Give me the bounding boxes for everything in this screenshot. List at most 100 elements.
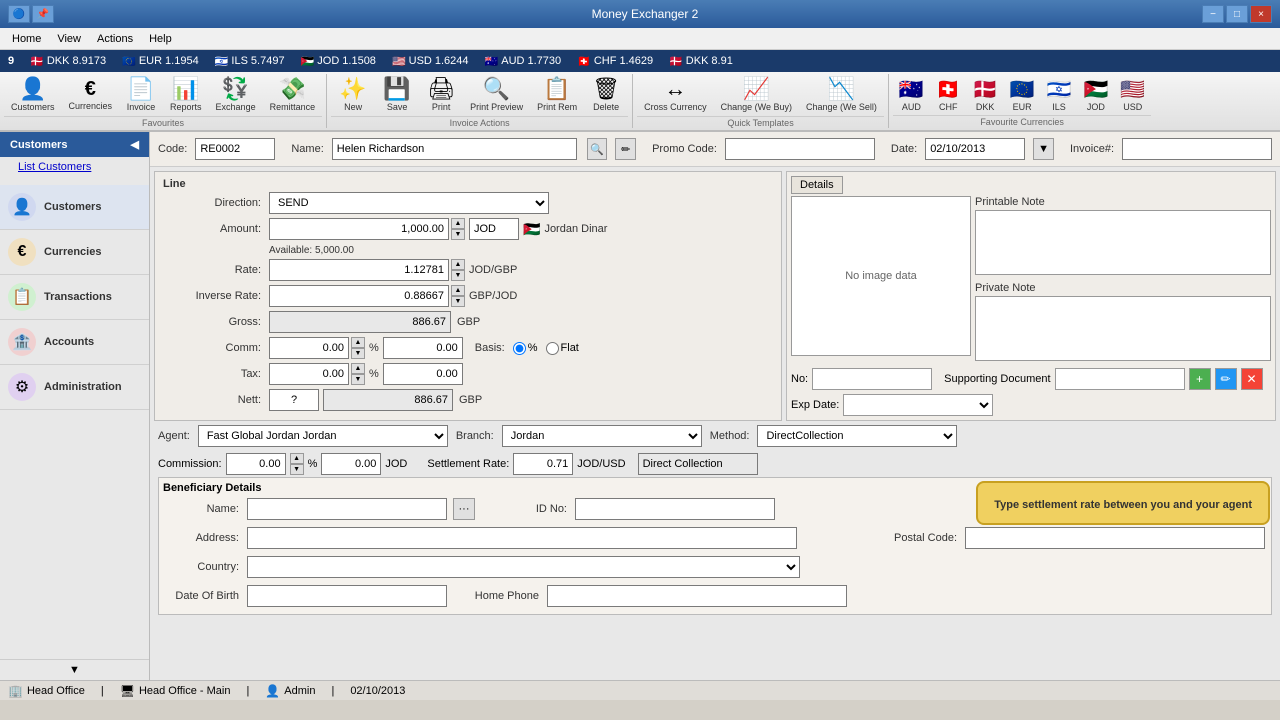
basis-flat-radio[interactable] bbox=[546, 342, 559, 355]
toolbar-customers-btn[interactable]: 👤 Customers bbox=[4, 74, 62, 116]
tax-pct-input[interactable] bbox=[269, 363, 349, 385]
method-select[interactable]: DirectCollection bbox=[757, 425, 957, 447]
benef-name-dots-btn[interactable]: ··· bbox=[453, 498, 475, 520]
minimize-btn[interactable]: − bbox=[1202, 5, 1224, 23]
benef-dob-input[interactable] bbox=[247, 585, 447, 607]
menu-view[interactable]: View bbox=[49, 31, 89, 47]
benef-country-select[interactable] bbox=[247, 556, 800, 578]
fav-aud-btn[interactable]: 🇦🇺 AUD bbox=[893, 74, 930, 115]
benef-name-input[interactable] bbox=[247, 498, 447, 520]
toolbar-exchange-btn[interactable]: 💱 Exchange bbox=[209, 74, 263, 116]
sidebar-collapse-btn[interactable]: ◀ bbox=[131, 138, 139, 151]
promo-input[interactable] bbox=[725, 138, 875, 160]
comm-down-btn[interactable]: ▼ bbox=[351, 348, 365, 359]
tax-up-btn[interactable]: ▲ bbox=[351, 363, 365, 374]
printable-note-input[interactable] bbox=[975, 210, 1271, 275]
amount-up-btn[interactable]: ▲ bbox=[451, 218, 465, 229]
toolbar-invoice-btn[interactable]: 📄 Invoice bbox=[119, 74, 163, 116]
toolbar-new-btn[interactable]: ✨ New bbox=[331, 74, 375, 116]
toolbar-change-buy-btn[interactable]: 📈 Change (We Buy) bbox=[714, 74, 799, 116]
comm-label: Comm: bbox=[159, 342, 269, 354]
sidebar-header: Customers ◀ bbox=[0, 132, 149, 157]
name-search-icon-btn[interactable]: 🔍 bbox=[587, 138, 608, 160]
customer-header-row: Code: Name: 🔍 ✏ Promo Code: Date: ▼ Invo… bbox=[150, 132, 1280, 167]
amount-input[interactable] bbox=[269, 218, 449, 240]
doc-add-btn[interactable]: + bbox=[1189, 368, 1211, 390]
toolbar-print-btn[interactable]: 🖨 Print bbox=[419, 74, 463, 116]
date-input[interactable] bbox=[925, 138, 1025, 160]
comm-up-btn[interactable]: ▲ bbox=[351, 337, 365, 348]
sidebar-item-transactions[interactable]: 📋 Transactions bbox=[0, 275, 149, 320]
tax-flat-input[interactable] bbox=[383, 363, 463, 385]
sidebar-item-currencies[interactable]: € Currencies bbox=[0, 230, 149, 275]
fav-jod-btn[interactable]: 🇯🇴 JOD bbox=[1077, 74, 1114, 115]
doc-edit-btn[interactable]: ✏ bbox=[1215, 368, 1237, 390]
gross-input[interactable] bbox=[269, 311, 451, 333]
benef-address-input[interactable] bbox=[247, 527, 797, 549]
commission-pct-input[interactable] bbox=[226, 453, 286, 475]
pin-btn[interactable]: 📌 bbox=[32, 5, 54, 23]
basis-pct-radio[interactable] bbox=[513, 342, 526, 355]
benef-id-input[interactable] bbox=[575, 498, 775, 520]
fav-ils-btn[interactable]: 🇮🇱 ILS bbox=[1041, 74, 1078, 115]
close-btn[interactable]: × bbox=[1250, 5, 1272, 23]
benef-postal-input[interactable] bbox=[965, 527, 1265, 549]
inverse-rate-input[interactable] bbox=[269, 285, 449, 307]
name-edit-icon-btn[interactable]: ✏ bbox=[615, 138, 636, 160]
sidebar-collapse-bottom[interactable]: ▼ bbox=[0, 659, 149, 680]
toolbar-print-preview-btn[interactable]: 🔍 Print Preview bbox=[463, 74, 530, 116]
tax-down-btn[interactable]: ▼ bbox=[351, 374, 365, 385]
commission-flat-input[interactable] bbox=[321, 453, 381, 475]
supporting-doc-input[interactable] bbox=[1055, 368, 1185, 390]
benef-homephone-input[interactable] bbox=[547, 585, 847, 607]
toolbar-print-rem-btn[interactable]: 📋 Print Rem bbox=[530, 74, 584, 116]
inverse-up-btn[interactable]: ▲ bbox=[451, 285, 465, 296]
branch-select[interactable]: Jordan bbox=[502, 425, 702, 447]
rate-down-btn[interactable]: ▼ bbox=[451, 270, 465, 281]
toolbar-delete-btn[interactable]: 🗑 Delete bbox=[584, 74, 628, 116]
maximize-btn[interactable]: □ bbox=[1226, 5, 1248, 23]
doc-delete-btn[interactable]: ✕ bbox=[1241, 368, 1263, 390]
toolbar-reports-btn[interactable]: 📊 Reports bbox=[163, 74, 209, 116]
menu-help[interactable]: Help bbox=[141, 31, 180, 47]
amount-down-btn[interactable]: ▼ bbox=[451, 229, 465, 240]
menu-actions[interactable]: Actions bbox=[89, 31, 141, 47]
sidebar-item-accounts[interactable]: 🏦 Accounts bbox=[0, 320, 149, 365]
toolbar-currencies-btn[interactable]: € Currencies bbox=[62, 74, 120, 116]
inverse-down-btn[interactable]: ▼ bbox=[451, 296, 465, 307]
list-customers-link[interactable]: List Customers bbox=[8, 157, 101, 177]
fav-chf-btn[interactable]: 🇨🇭 CHF bbox=[930, 74, 967, 115]
fav-usd-btn[interactable]: 🇺🇸 USD bbox=[1114, 74, 1151, 115]
name-input[interactable] bbox=[332, 138, 577, 160]
details-tab[interactable]: Details bbox=[791, 176, 843, 194]
exp-date-row: Exp Date: bbox=[791, 394, 1271, 416]
private-note-input[interactable] bbox=[975, 296, 1271, 361]
fav-eur-btn[interactable]: 🇪🇺 EUR bbox=[1004, 74, 1041, 115]
agent-select[interactable]: Fast Global Jordan Jordan bbox=[198, 425, 448, 447]
menu-home[interactable]: Home bbox=[4, 31, 49, 47]
fav-dkk-btn[interactable]: 🇩🇰 DKK bbox=[967, 74, 1004, 115]
invoice-input[interactable] bbox=[1122, 138, 1272, 160]
app-icon-btn[interactable]: 🔵 bbox=[8, 5, 30, 23]
direction-select[interactable]: SEND RECEIVE bbox=[269, 192, 549, 214]
currency-input[interactable] bbox=[469, 218, 519, 240]
comm2-down-btn[interactable]: ▼ bbox=[290, 464, 304, 475]
toolbar-remittance-btn[interactable]: 💸 Remittance bbox=[263, 74, 323, 116]
rate-label: Rate: bbox=[159, 264, 269, 276]
toolbar-cross-currency-btn[interactable]: ↔ Cross Currency bbox=[637, 74, 714, 116]
toolbar-save-btn[interactable]: 💾 Save bbox=[375, 74, 419, 116]
comm-flat-input[interactable] bbox=[383, 337, 463, 359]
code-input[interactable] bbox=[195, 138, 275, 160]
comm-pct-input[interactable] bbox=[269, 337, 349, 359]
settlement-input[interactable] bbox=[513, 453, 573, 475]
comm2-up-btn[interactable]: ▲ bbox=[290, 453, 304, 464]
date-dropdown-icon[interactable]: ▼ bbox=[1033, 138, 1054, 160]
exp-date-select[interactable] bbox=[843, 394, 993, 416]
rate-up-btn[interactable]: ▲ bbox=[451, 259, 465, 270]
toolbar-change-sell-btn[interactable]: 📉 Change (We Sell) bbox=[799, 74, 884, 116]
no-input[interactable] bbox=[812, 368, 932, 390]
rate-input[interactable] bbox=[269, 259, 449, 281]
sidebar-item-customers[interactable]: 👤 Customers bbox=[0, 185, 149, 230]
nett-input[interactable] bbox=[323, 389, 453, 411]
sidebar-item-administration[interactable]: ⚙ Administration bbox=[0, 365, 149, 410]
